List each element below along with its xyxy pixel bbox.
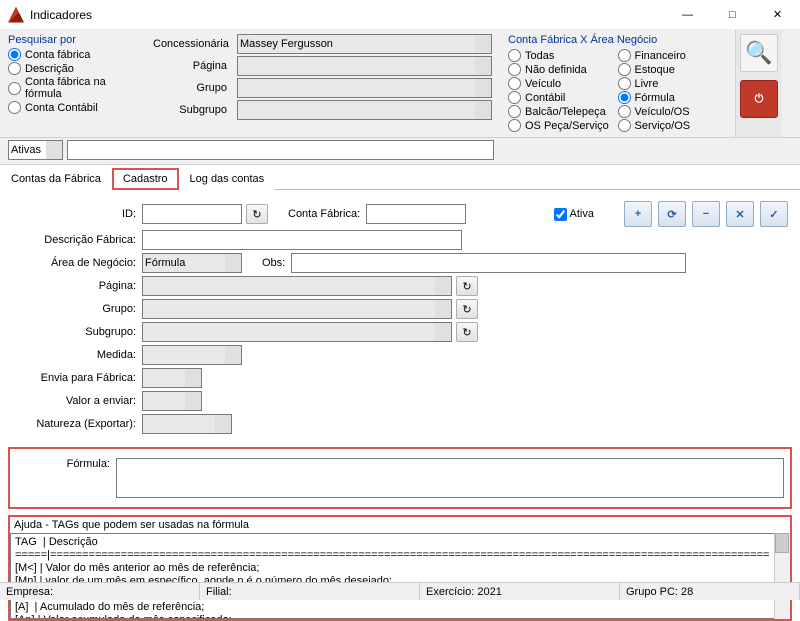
add-button[interactable]: + [624, 201, 652, 227]
cycle-icon: ⟳ [667, 208, 676, 221]
medida-select[interactable] [142, 345, 242, 365]
check-icon: ✓ [769, 208, 778, 221]
refresh-button[interactable]: ⟳ [658, 201, 686, 227]
radio-livre[interactable] [618, 77, 631, 90]
radio-servico-os[interactable] [618, 119, 631, 132]
confirm-button[interactable]: ✓ [760, 201, 788, 227]
subgrupo-filter-select[interactable] [237, 100, 492, 120]
subgrupo-lookup-button[interactable]: ↻ [456, 322, 478, 342]
grupo-lookup-button[interactable]: ↻ [456, 299, 478, 319]
radio-conta-contabil[interactable] [8, 101, 21, 114]
conta-fabrica-input[interactable] [366, 204, 466, 224]
radio-financeiro[interactable] [618, 49, 631, 62]
help-scrollbar[interactable] [774, 533, 790, 619]
valor-enviar-select[interactable] [142, 391, 202, 411]
tab-log-contas[interactable]: Log das contas [179, 168, 276, 190]
radio-contabil[interactable] [508, 91, 521, 104]
maximize-button[interactable]: □ [710, 0, 755, 30]
refresh-icon: ↻ [462, 303, 471, 316]
area-negocio-title: Conta Fábrica X Área Negócio [508, 34, 727, 46]
radio-nao-definida[interactable] [508, 63, 521, 76]
refresh-icon: ↻ [462, 280, 471, 293]
minus-icon: − [703, 208, 709, 220]
power-icon: ⏻ [755, 93, 764, 106]
x-icon: ✕ [735, 208, 744, 221]
help-content[interactable]: TAG | Descrição =====|==================… [10, 533, 790, 619]
grupo-filter-select[interactable] [237, 78, 492, 98]
id-lookup-button[interactable]: ↻ [246, 204, 268, 224]
search-by-title: Pesquisar por [8, 34, 137, 46]
pagina-select[interactable] [142, 276, 452, 296]
envia-fabrica-select[interactable] [142, 368, 202, 388]
refresh-icon: ↻ [252, 208, 261, 221]
cancel-button[interactable]: ✕ [726, 201, 754, 227]
window-title: Indicadores [30, 8, 665, 22]
ativa-checkbox[interactable] [554, 208, 567, 221]
radio-descricao[interactable] [8, 62, 21, 75]
power-button[interactable]: ⏻ [740, 80, 778, 118]
radio-os-peca[interactable] [508, 119, 521, 132]
obs-input[interactable] [291, 253, 686, 273]
radio-balcao[interactable] [508, 105, 521, 118]
help-panel: Ajuda - TAGs que podem ser usadas na fór… [8, 515, 792, 621]
status-filter-select[interactable]: Ativas [8, 140, 63, 160]
statusbar: Empresa: Filial: Exercício: 2021 Grupo P… [0, 582, 800, 600]
subgrupo-select[interactable] [142, 322, 452, 342]
natureza-select[interactable] [142, 414, 232, 434]
scroll-thumb[interactable] [775, 533, 789, 553]
concessionaria-select[interactable]: Massey Fergusson [237, 34, 492, 54]
close-button[interactable]: ✕ [755, 0, 800, 30]
radio-conta-fabrica[interactable] [8, 48, 21, 61]
tabs: Contas da Fábrica Cadastro Log das conta… [0, 167, 800, 190]
refresh-icon: ↻ [462, 326, 471, 339]
filter-toolbar: Pesquisar por Conta fábrica Descrição Co… [0, 30, 800, 138]
form-cadastro: ID: ↻ Conta Fábrica: Ativa + ⟳ − ✕ ✓ Des… [0, 190, 800, 441]
radio-estoque[interactable] [618, 63, 631, 76]
radio-todas[interactable] [508, 49, 521, 62]
remove-button[interactable]: − [692, 201, 720, 227]
descricao-fabrica-input[interactable] [142, 230, 462, 250]
formula-input[interactable] [116, 458, 784, 498]
pagina-filter-select[interactable] [237, 56, 492, 76]
radio-formula[interactable] [618, 91, 631, 104]
formula-panel: Fórmula: [8, 447, 792, 509]
search-button[interactable]: 🔍 [740, 34, 778, 72]
pagina-lookup-button[interactable]: ↻ [456, 276, 478, 296]
app-icon [8, 7, 24, 23]
radio-veiculo[interactable] [508, 77, 521, 90]
plus-icon: + [635, 208, 641, 220]
search-input[interactable] [67, 140, 494, 160]
help-title: Ajuda - TAGs que podem ser usadas na fór… [10, 517, 790, 533]
tab-cadastro[interactable]: Cadastro [112, 168, 179, 190]
radio-veiculo-os[interactable] [618, 105, 631, 118]
titlebar: Indicadores — □ ✕ [0, 0, 800, 30]
minimize-button[interactable]: — [665, 0, 710, 30]
area-negocio-select[interactable]: Fórmula [142, 253, 242, 273]
search-icon: 🔍 [745, 40, 772, 66]
tab-contas-fabrica[interactable]: Contas da Fábrica [0, 168, 112, 190]
grupo-select[interactable] [142, 299, 452, 319]
id-input[interactable] [142, 204, 242, 224]
radio-conta-fabrica-formula[interactable] [8, 82, 21, 95]
